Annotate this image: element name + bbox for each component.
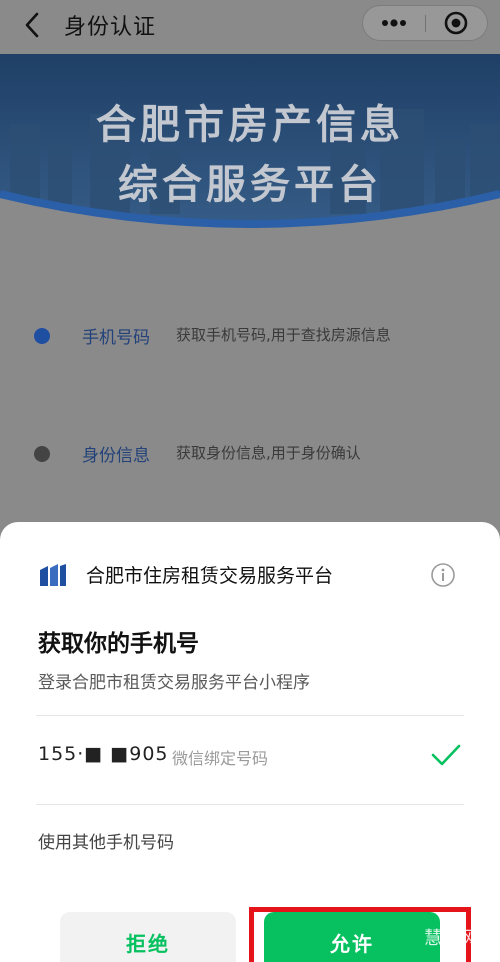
banner-title-line-2: 综合服务平台 xyxy=(118,162,382,208)
target-close-icon xyxy=(444,11,468,35)
close-mini-program-button[interactable] xyxy=(426,6,488,40)
more-dots-icon xyxy=(382,19,406,27)
banner: 合肥市房产信息 综合服务平台 xyxy=(0,54,500,252)
more-menu-button[interactable] xyxy=(363,6,425,40)
permission-label: 身份信息 xyxy=(82,446,150,466)
phone-tag: 微信绑定号码 xyxy=(172,749,269,768)
phone-option-row[interactable]: 155·■ ■905 微信绑定号码 xyxy=(0,716,500,804)
status-dot xyxy=(34,446,50,462)
sheet-subtitle: 登录合肥市租赁交易服务平台小程序 xyxy=(38,673,310,693)
permission-description: 获取手机号码,用于查找房源信息 xyxy=(176,326,391,344)
page-title: 身份认证 xyxy=(64,15,157,40)
use-other-phone-link[interactable]: 使用其他手机号码 xyxy=(38,828,174,853)
allow-button[interactable]: 允许 xyxy=(264,912,440,962)
banner-title-line-1: 合肥市房产信息 xyxy=(96,102,404,148)
permission-item-phone: 手机号码 获取手机号码,用于查找房源信息 xyxy=(0,318,500,358)
permission-description: 获取身份信息,用于身份确认 xyxy=(176,444,361,462)
app-name: 合肥市住房租赁交易服务平台 xyxy=(86,565,334,587)
mini-program-capsule xyxy=(362,5,488,41)
phone-auth-sheet: 合肥市住房租赁交易服务平台 获取你的手机号 登录合肥市租赁交易服务平台小程序 1… xyxy=(0,522,500,962)
info-icon[interactable] xyxy=(430,562,456,588)
nav-bar: 身份认证 xyxy=(0,0,500,54)
watermark: 慧享网 xyxy=(424,928,481,949)
permission-label: 手机号码 xyxy=(82,328,150,348)
permission-item-identity: 身份信息 获取身份信息,用于身份确认 xyxy=(0,436,500,476)
phone-number: 155·■ ■905 xyxy=(38,743,169,765)
back-icon[interactable] xyxy=(18,10,48,40)
divider xyxy=(36,804,464,805)
status-dot xyxy=(34,328,50,344)
check-icon xyxy=(430,742,462,768)
sheet-title: 获取你的手机号 xyxy=(38,631,199,657)
reject-button[interactable]: 拒绝 xyxy=(60,912,236,962)
app-logo-icon xyxy=(38,562,68,588)
